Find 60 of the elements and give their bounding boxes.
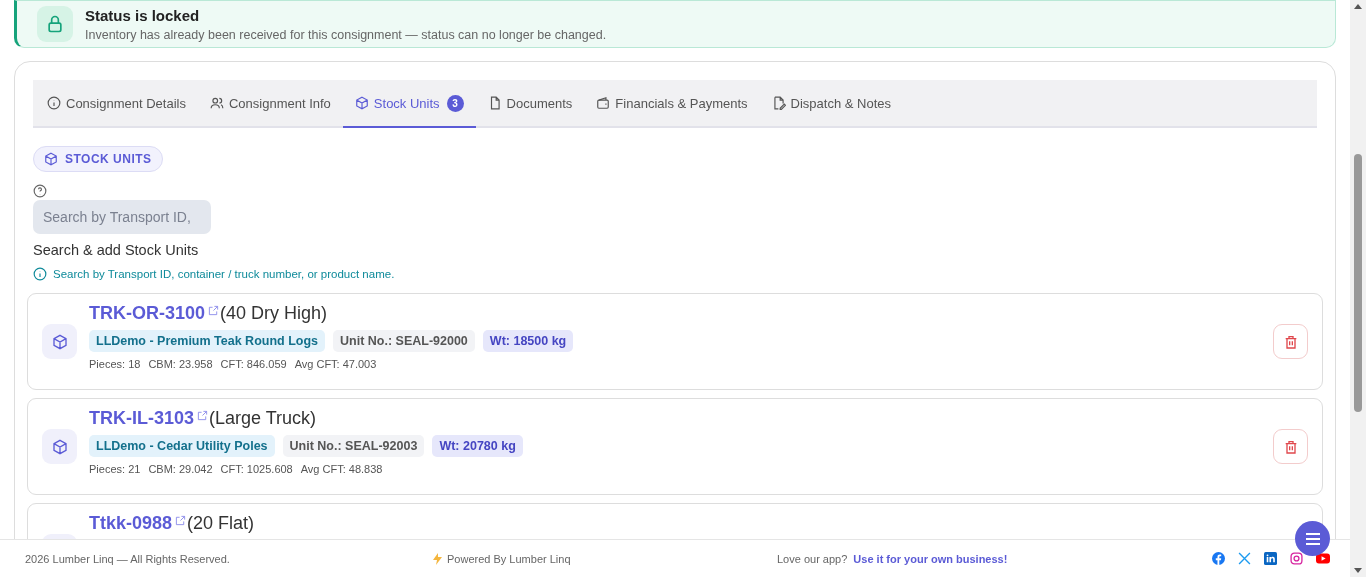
search-field[interactable]: Search by Transport ID, bbox=[33, 200, 211, 234]
metric: CFT: 846.059 bbox=[220, 358, 287, 370]
copyright: 2026 Lumber Linq — All Rights Reserved. bbox=[25, 552, 231, 565]
love-prompt: Love our app? bbox=[777, 552, 848, 565]
lightning-icon bbox=[433, 552, 442, 565]
info-icon bbox=[33, 267, 47, 281]
vehicle-type: (40 Dry High) bbox=[220, 303, 328, 324]
cube-icon bbox=[354, 96, 369, 110]
weight-tag: Wt: 18500 kg bbox=[482, 330, 574, 352]
metric: Pieces: 21 bbox=[89, 463, 141, 475]
metric: Avg CFT: 47.003 bbox=[294, 358, 377, 370]
metric: CBM: 23.958 bbox=[148, 358, 213, 370]
transport-id-link[interactable]: TRK-IL-3103 bbox=[89, 408, 195, 429]
delete-button[interactable] bbox=[1273, 324, 1308, 359]
search-label: Search & add Stock Units bbox=[33, 242, 200, 258]
tab[interactable]: Financials & Payments bbox=[584, 80, 760, 128]
product-tag: LLDemo - Cedar Utility Poles bbox=[89, 435, 275, 457]
banner-message: Inventory has already been received for this consignment — status can no longer be changed. bbox=[85, 27, 607, 42]
search-hint: Search by Transport ID, container / truck number, or product name. bbox=[53, 268, 395, 280]
menu-icon bbox=[1304, 531, 1321, 546]
cube-icon bbox=[42, 429, 77, 464]
section-chip: STOCK UNITS bbox=[33, 146, 163, 172]
external-link-icon[interactable] bbox=[175, 515, 187, 526]
people-icon bbox=[209, 96, 224, 110]
scrollbar[interactable] bbox=[1350, 0, 1366, 577]
unit-number-tag: Unit No.: SEAL-92000 bbox=[333, 330, 475, 352]
vehicle-type: (Large Truck) bbox=[209, 408, 317, 429]
metric: CFT: 1025.608 bbox=[220, 463, 293, 475]
product-tag: LLDemo - Premium Teak Round Logs bbox=[89, 330, 325, 352]
weight-tag: Wt: 20780 kg bbox=[432, 435, 523, 457]
tab[interactable]: Stock Units 3 bbox=[342, 80, 476, 128]
delete-button[interactable] bbox=[1273, 429, 1308, 464]
lock-icon bbox=[37, 6, 73, 42]
tab[interactable]: Consignment Details bbox=[35, 80, 198, 128]
wallet-icon bbox=[596, 96, 611, 110]
metric: Avg CFT: 48.838 bbox=[300, 463, 383, 475]
tab[interactable]: Consignment Info bbox=[197, 80, 343, 128]
banner-title: Status is locked bbox=[85, 6, 201, 24]
linkedin-icon[interactable] bbox=[1264, 552, 1277, 566]
tab[interactable]: Dispatch & Notes bbox=[759, 80, 904, 128]
external-link-icon[interactable] bbox=[208, 305, 220, 316]
cube-icon bbox=[42, 324, 77, 359]
metric: Pieces: 18 bbox=[89, 358, 141, 370]
instagram-icon[interactable] bbox=[1290, 552, 1303, 566]
info-icon bbox=[47, 96, 61, 110]
external-link-icon[interactable] bbox=[197, 410, 209, 421]
tab[interactable]: Documents bbox=[475, 80, 585, 128]
facebook-icon[interactable] bbox=[1212, 552, 1225, 566]
business-link[interactable]: Use it for your own business! bbox=[853, 552, 1008, 565]
vehicle-type: (20 Flat) bbox=[187, 513, 255, 534]
transport-id-link[interactable]: Ttkk-0988 bbox=[89, 513, 173, 534]
unit-number-tag: Unit No.: SEAL-92003 bbox=[282, 435, 425, 457]
document-pen-icon bbox=[771, 96, 786, 110]
help-icon[interactable] bbox=[33, 184, 47, 198]
powered-by: Powered By Lumber Linq bbox=[447, 552, 571, 565]
x-icon[interactable] bbox=[1238, 552, 1251, 566]
metric: CBM: 29.042 bbox=[148, 463, 213, 475]
youtube-icon[interactable] bbox=[1316, 553, 1330, 565]
cube-icon bbox=[44, 152, 58, 166]
transport-id-link[interactable]: TRK-OR-3100 bbox=[89, 303, 206, 324]
